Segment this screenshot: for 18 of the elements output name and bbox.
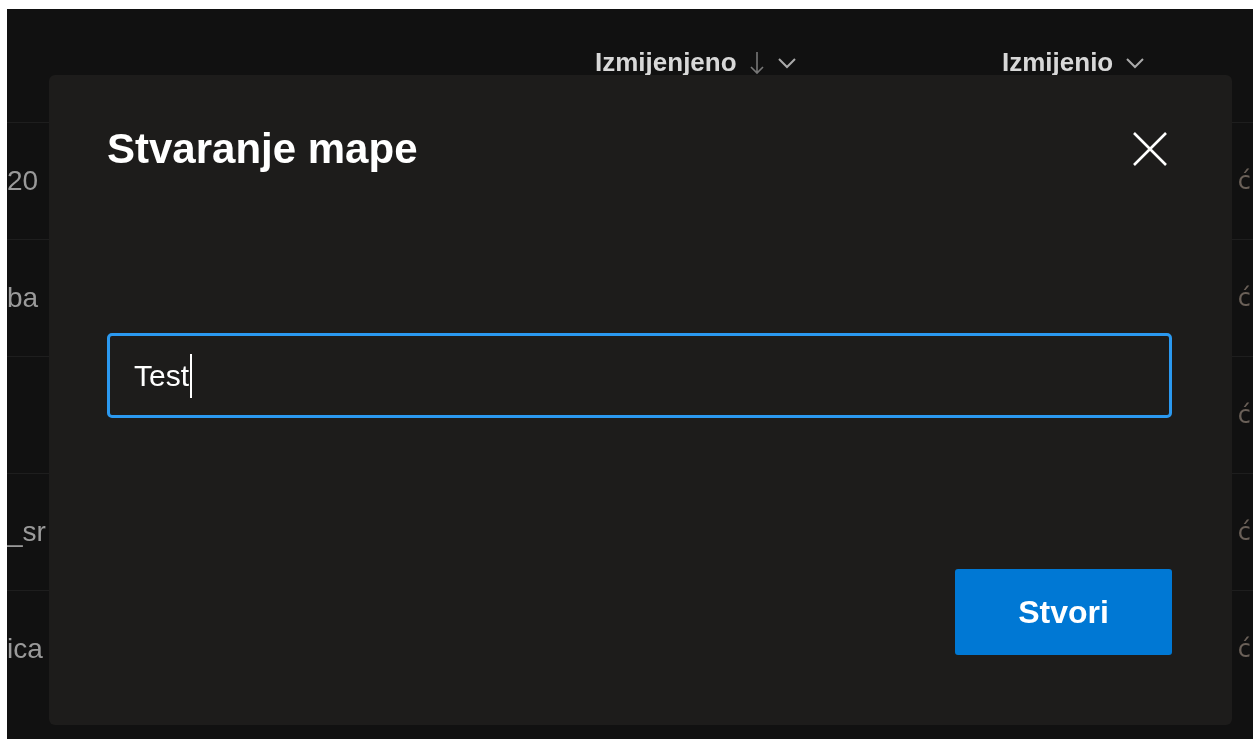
table-cell: ć (1237, 401, 1251, 429)
table-cell: 20 (7, 165, 39, 196)
table-cell: _sr (7, 516, 46, 547)
dialog-title: Stvaranje mape (107, 125, 418, 173)
table-cell: ć (1237, 284, 1251, 312)
create-button[interactable]: Stvori (955, 569, 1172, 655)
sort-down-icon (748, 49, 765, 76)
table-cell: ica (7, 633, 43, 664)
column-header[interactable]: Izmijenio (1002, 47, 1146, 78)
table-cell: ba (7, 282, 39, 313)
table-cell: ć (1237, 518, 1251, 546)
chevron-down-icon (1125, 56, 1146, 69)
folder-name-field[interactable]: Test (107, 333, 1172, 418)
close-icon (1132, 131, 1168, 167)
table-cell: ć (1237, 635, 1251, 663)
column-header[interactable]: Izmijenjeno (595, 47, 797, 78)
chevron-down-icon (776, 56, 797, 69)
table-cell: ć (1237, 167, 1251, 195)
